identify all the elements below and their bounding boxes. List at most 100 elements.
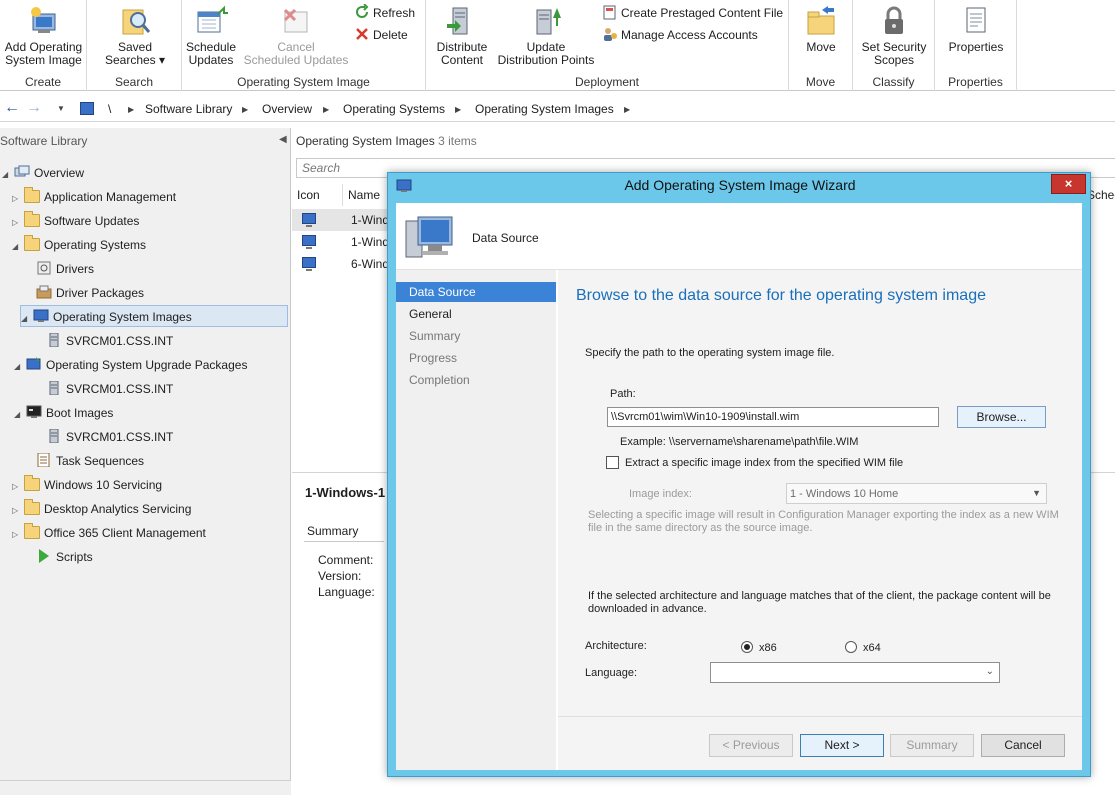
tree-item-task-sequences[interactable]: Task Sequences <box>24 450 144 472</box>
tree-item-office-365-client-management[interactable]: ▷ Office 365 Client Management <box>12 522 206 544</box>
ribbon-group-label: Move <box>805 75 836 89</box>
collapsed-icon[interactable]: ▷ <box>12 188 24 210</box>
collapsed-icon[interactable]: ▷ <box>12 476 24 498</box>
cancel-button[interactable]: Cancel <box>981 734 1065 757</box>
collapse-pane-icon[interactable]: ◀ <box>279 134 287 145</box>
step-data-source[interactable]: Data Source <box>396 282 556 302</box>
breadcrumb-separator-icon[interactable]: ▶ <box>242 105 248 114</box>
architecture-x86-label[interactable]: x86 <box>759 642 777 654</box>
move-folder-icon <box>807 6 835 35</box>
path-label: Path: <box>610 388 636 400</box>
move-button[interactable]: Move <box>795 4 847 54</box>
breadcrumb-software-library[interactable]: Software Library <box>145 102 232 116</box>
architecture-x64-label[interactable]: x64 <box>863 642 881 654</box>
tree-item-boot-images[interactable]: ◢ Boot Images <box>14 402 113 424</box>
ribbon-group-deployment: Distribute Content Update Distribution P… <box>426 0 789 91</box>
cancel-scheduled-updates-button[interactable]: Cancel Scheduled Updates <box>240 4 352 67</box>
tree-item-drivers[interactable]: Drivers <box>24 258 94 280</box>
refresh-button[interactable]: Refresh <box>354 4 415 22</box>
ribbon-group-properties: Properties Properties <box>935 0 1017 91</box>
navigation-pane: Software Library ◀ ◢ Overview ▷ Applicatio… <box>0 128 291 795</box>
summary-button[interactable]: Summary <box>890 734 974 757</box>
ribbon: Add Operating System Image Create Saved … <box>0 0 1115 91</box>
browse-button[interactable]: Browse... <box>957 406 1046 428</box>
set-security-scopes-button[interactable]: Set Security Scopes <box>857 4 931 67</box>
expanded-icon[interactable]: ◢ <box>21 308 33 330</box>
language-select[interactable]: ⌄ <box>710 662 1000 683</box>
tree-item-driver-packages[interactable]: Driver Packages <box>24 282 144 304</box>
create-prestaged-content-button[interactable]: Create Prestaged Content File <box>602 4 783 22</box>
saved-searches-icon <box>122 9 151 35</box>
schedule-updates-icon <box>197 5 228 33</box>
ribbon-group-label: Create <box>24 75 62 89</box>
driver-package-icon <box>36 285 52 299</box>
breadcrumb-operating-systems[interactable]: Operating Systems <box>343 102 445 116</box>
breadcrumb-separator-icon[interactable]: ▶ <box>128 105 134 114</box>
tree-item-windows-10-servicing[interactable]: ▷ Windows 10 Servicing <box>12 474 162 496</box>
ribbon-group-label: Properties <box>948 75 1003 89</box>
breadcrumb-overview[interactable]: Overview <box>262 102 312 116</box>
path-input[interactable]: \\Svrcm01\wim\Win10-1909\install.wim <box>607 407 939 427</box>
tree-item-overview[interactable]: ◢ Overview <box>2 162 84 184</box>
tree-item-server-boot-images[interactable]: SVRCM01.CSS.INT <box>34 426 173 448</box>
schedule-updates-button[interactable]: Schedule Updates <box>184 4 238 67</box>
ribbon-group-label: Classify <box>872 75 915 89</box>
delete-icon <box>356 28 368 40</box>
collapsed-icon[interactable]: ▷ <box>12 212 24 234</box>
tree-item-desktop-analytics-servicing[interactable]: ▷ Desktop Analytics Servicing <box>12 498 191 520</box>
tree-item-software-updates[interactable]: ▷ Software Updates <box>12 210 139 232</box>
collapsed-icon[interactable]: ▷ <box>12 524 24 546</box>
close-button[interactable]: × <box>1051 174 1086 194</box>
details-label-language: Language: <box>318 585 375 599</box>
properties-button[interactable]: Properties <box>939 4 1013 54</box>
add-os-image-wizard: Add Operating System Image Wizard × Data… <box>387 172 1091 777</box>
delete-button[interactable]: Delete <box>354 26 408 44</box>
saved-searches-button[interactable]: Saved Searches ▾ <box>95 4 175 67</box>
add-os-image-icon <box>30 7 55 33</box>
previous-button[interactable]: < Previous <box>709 734 793 757</box>
expanded-icon[interactable]: ◢ <box>14 404 26 426</box>
architecture-x86-radio[interactable] <box>741 641 753 653</box>
tree-item-operating-system-images[interactable]: ◢ Operating System Images <box>20 305 288 327</box>
architecture-x64-radio[interactable] <box>845 641 857 653</box>
back-arrow-icon[interactable]: ← <box>4 99 20 117</box>
collapsed-icon[interactable]: ▷ <box>12 500 24 522</box>
step-completion: Completion <box>409 373 470 387</box>
add-os-image-button[interactable]: Add Operating System Image <box>2 4 85 67</box>
os-image-icon <box>33 309 49 322</box>
extract-index-checkbox[interactable] <box>606 456 619 469</box>
breadcrumb-separator-icon[interactable]: ▶ <box>323 105 329 114</box>
script-play-icon <box>39 549 49 563</box>
tree-item-os-upgrade-packages[interactable]: ◢ Operating System Upgrade Packages <box>14 354 247 376</box>
nav-title: Software Library <box>0 134 88 148</box>
distribute-content-button[interactable]: Distribute Content <box>430 4 494 67</box>
expanded-icon[interactable]: ◢ <box>12 236 24 258</box>
step-progress: Progress <box>409 351 458 365</box>
column-header-icon[interactable]: Icon <box>292 184 343 206</box>
breadcrumb-separator-icon[interactable]: ▶ <box>624 105 630 114</box>
tree-item-server-upgrade-packages[interactable]: SVRCM01.CSS.INT <box>34 378 173 400</box>
next-button[interactable]: Next > <box>800 734 884 757</box>
history-dropdown-icon[interactable]: ▼ <box>57 104 65 113</box>
details-section-summary[interactable]: Summary <box>307 524 358 538</box>
wizard-steps: Data Source General Summary Progress Com… <box>396 270 556 770</box>
image-index-select[interactable]: 1 - Windows 10 Home ▼ <box>786 483 1047 504</box>
update-distribution-points-button[interactable]: Update Distribution Points <box>494 4 598 67</box>
tree-item-operating-systems[interactable]: ◢ Operating Systems <box>12 234 146 256</box>
tree-item-application-management[interactable]: ▷ Application Management <box>12 186 176 208</box>
breadcrumb-root[interactable]: \ <box>108 102 111 116</box>
step-general[interactable]: General <box>396 304 556 324</box>
console-icon <box>80 102 94 115</box>
nav-horizontal-scrollbar[interactable] <box>0 780 291 795</box>
task-sequence-icon <box>37 453 50 467</box>
manage-access-accounts-button[interactable]: Manage Access Accounts <box>602 26 758 44</box>
expanded-icon[interactable]: ◢ <box>14 356 26 378</box>
tree-item-server-os-images[interactable]: SVRCM01.CSS.INT <box>34 330 173 352</box>
breadcrumb-os-images[interactable]: Operating System Images <box>475 102 614 116</box>
tree-item-scripts[interactable]: Scripts <box>24 546 93 568</box>
extract-index-label[interactable]: Extract a specific image index from the … <box>625 457 903 469</box>
breadcrumb-separator-icon[interactable]: ▶ <box>455 105 461 114</box>
forward-arrow-icon[interactable]: → <box>26 99 42 117</box>
image-index-note-line2: file in the same directory as the source… <box>588 522 813 534</box>
expanded-icon[interactable]: ◢ <box>2 164 14 186</box>
